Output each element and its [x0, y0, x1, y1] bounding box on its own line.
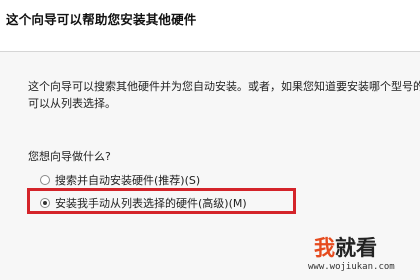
description-line-2: 可以从列表选择。 — [28, 97, 116, 110]
wizard-title: 这个向导可以帮助您安装其他硬件 — [6, 12, 197, 27]
wizard-description: 这个向导可以搜索其他硬件并为您自动安装。或者，如果您知道要安装哪个型号的硬 可以… — [28, 78, 420, 112]
watermark: 我就看 www.wojiukan.com — [298, 232, 420, 280]
watermark-logo: 我就看 — [314, 232, 377, 262]
watermark-logo-part2: 就看 — [335, 236, 377, 260]
wizard-question: 您想向导做什么? — [28, 150, 111, 163]
highlight-annotation-box — [27, 188, 296, 214]
description-line-1: 这个向导可以搜索其他硬件并为您自动安装。或者，如果您知道要安装哪个型号的硬 — [28, 80, 420, 93]
watermark-url: www.wojiukan.com — [308, 262, 395, 272]
radio-auto-install[interactable] — [40, 175, 50, 185]
wizard-header: 这个向导可以帮助您安装其他硬件 — [0, 0, 420, 50]
option-auto-install-label: 搜索并自动安装硬件(推荐)(S) — [55, 174, 201, 187]
watermark-logo-part1: 我 — [314, 236, 335, 260]
option-auto-install[interactable]: 搜索并自动安装硬件(推荐)(S) — [40, 172, 200, 188]
